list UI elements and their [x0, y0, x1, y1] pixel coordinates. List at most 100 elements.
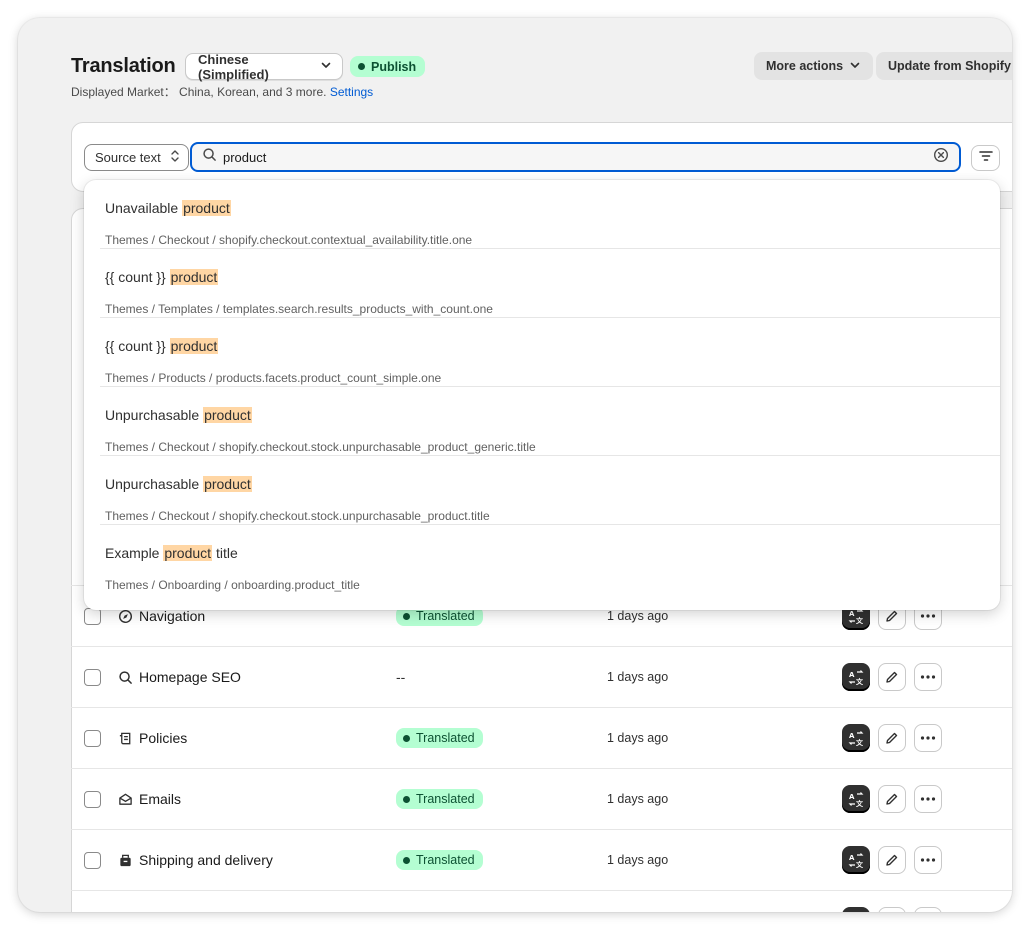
suggestion-title: Unpurchasable product	[105, 407, 252, 423]
match-highlight: product	[169, 269, 219, 285]
row-name[interactable]: Policies	[139, 730, 187, 746]
status-badge: Translated	[396, 728, 483, 748]
table-row[interactable]: Homepage SEO -- 1 days ago A文	[71, 646, 1012, 707]
table-row[interactable]: Emails Translated 1 days ago A文	[71, 768, 1012, 829]
more-options-button[interactable]	[914, 846, 942, 874]
edit-button[interactable]	[878, 846, 906, 874]
status-label: Translated	[416, 731, 475, 745]
source-text-select[interactable]: Source text	[84, 144, 189, 171]
search-suggestions-dropdown: Unavailable product Themes / Checkout / …	[84, 180, 1000, 610]
source-select-label: Source text	[95, 150, 161, 165]
svg-text:A: A	[849, 793, 855, 801]
more-actions-label: More actions	[766, 59, 844, 73]
translate-button[interactable]: A文	[842, 846, 870, 874]
svg-text:A: A	[849, 732, 855, 740]
row-updated: 1 days ago	[607, 853, 669, 867]
email-icon	[117, 791, 133, 807]
translate-button[interactable]: A文	[842, 663, 870, 691]
row-name[interactable]: Navigation	[139, 608, 205, 624]
translate-button[interactable]: A文	[842, 785, 870, 813]
row-updated: 1 days ago	[607, 731, 669, 745]
svg-text:文: 文	[856, 677, 864, 685]
edit-button[interactable]	[878, 907, 906, 912]
translate-button[interactable]: A文	[842, 724, 870, 752]
edit-button[interactable]	[878, 785, 906, 813]
status-label: Translated	[416, 853, 475, 867]
translate-button[interactable]	[842, 907, 870, 912]
svg-text:文: 文	[856, 738, 864, 746]
svg-text:A: A	[849, 854, 855, 862]
search-field[interactable]	[190, 142, 961, 172]
row-updated: 1 days ago	[607, 670, 669, 684]
row-updated: 1 days ago	[607, 609, 669, 623]
policy-icon	[117, 730, 133, 746]
row-status-empty: --	[396, 669, 406, 685]
suggestion-title: {{ count }} product	[105, 338, 219, 354]
suggestion-path: Themes / Products / products.facets.prod…	[105, 371, 442, 385]
more-options-button[interactable]	[914, 785, 942, 813]
row-name[interactable]: Homepage SEO	[139, 669, 241, 685]
svg-text:文: 文	[856, 799, 864, 807]
row-checkbox[interactable]	[84, 668, 101, 686]
row-checkbox[interactable]	[84, 607, 101, 625]
table-row[interactable]: Policies Translated 1 days ago A文	[71, 707, 1012, 768]
status-label: Translated	[416, 792, 475, 806]
row-updated: 1 days ago	[607, 792, 669, 806]
svg-text:文: 文	[856, 860, 864, 868]
match-highlight: product	[203, 407, 252, 423]
update-label: Update from Shopify	[888, 59, 1011, 73]
settings-link[interactable]: Settings	[330, 85, 373, 99]
status-label: Translated	[416, 609, 475, 623]
search-input[interactable]	[223, 149, 933, 165]
row-checkbox[interactable]	[84, 790, 101, 808]
table-row-partial	[71, 890, 1012, 912]
suggestion-path: Themes / Onboarding / onboarding.product…	[105, 578, 360, 592]
status-badge: Translated	[396, 789, 483, 809]
suggestion-path: Themes / Templates / templates.search.re…	[105, 302, 493, 316]
delivery-icon	[117, 852, 133, 868]
more-options-button[interactable]	[914, 724, 942, 752]
svg-text:A: A	[849, 671, 855, 679]
more-options-button[interactable]	[914, 907, 942, 912]
suggestion-path: Themes / Checkout / shopify.checkout.sto…	[105, 440, 536, 454]
market-value: China, Korean, and 3 more.	[179, 85, 327, 99]
compass-icon	[117, 608, 133, 624]
row-name[interactable]: Shipping and delivery	[139, 852, 273, 868]
publish-label: Publish	[371, 59, 417, 74]
more-actions-button[interactable]: More actions	[754, 52, 874, 80]
chevron-down-icon	[320, 59, 332, 74]
app-window: Translation Chinese (Simplified) Publish…	[18, 18, 1012, 912]
displayed-market: Displayed Market： China, Korean, and 3 m…	[71, 83, 373, 100]
row-name[interactable]: Emails	[139, 791, 181, 807]
suggestion-item[interactable]: Unavailable product Themes / Checkout / …	[100, 180, 1000, 249]
clear-search-icon[interactable]	[933, 147, 949, 168]
filter-button[interactable]	[971, 145, 1000, 171]
language-select-label: Chinese (Simplified)	[198, 51, 269, 82]
suggestion-path: Themes / Checkout / shopify.checkout.con…	[105, 233, 473, 247]
suggestion-item[interactable]: {{ count }} product Themes / Products / …	[100, 318, 1000, 387]
suggestion-title: {{ count }} product	[105, 269, 219, 285]
suggestion-item[interactable]: Example product title Themes / Onboardin…	[100, 525, 1000, 594]
match-highlight: product	[182, 200, 231, 216]
edit-button[interactable]	[878, 663, 906, 691]
search-icon	[117, 669, 133, 685]
svg-text:文: 文	[856, 616, 864, 624]
filter-lines-icon	[978, 149, 994, 168]
language-select[interactable]: Chinese (Simplified)	[185, 51, 343, 82]
svg-text:A: A	[849, 610, 855, 618]
row-checkbox[interactable]	[84, 851, 101, 869]
suggestion-path: Themes / Checkout / shopify.checkout.sto…	[105, 509, 490, 523]
suggestion-item[interactable]: Unpurchasable product Themes / Checkout …	[100, 456, 1000, 525]
select-arrows-icon	[170, 149, 180, 166]
row-checkbox[interactable]	[84, 729, 101, 747]
suggestion-item[interactable]: {{ count }} product Themes / Templates /…	[100, 249, 1000, 318]
more-options-button[interactable]	[914, 663, 942, 691]
suggestion-title: Example product title	[105, 545, 238, 561]
status-dot-icon	[358, 63, 365, 70]
update-from-shopify-button[interactable]: Update from Shopify	[876, 52, 1012, 80]
match-highlight: product	[163, 545, 213, 561]
match-highlight: product	[169, 338, 219, 354]
table-row[interactable]: Shipping and delivery Translated 1 days …	[71, 829, 1012, 890]
suggestion-item[interactable]: Unpurchasable product Themes / Checkout …	[100, 387, 1000, 456]
edit-button[interactable]	[878, 724, 906, 752]
